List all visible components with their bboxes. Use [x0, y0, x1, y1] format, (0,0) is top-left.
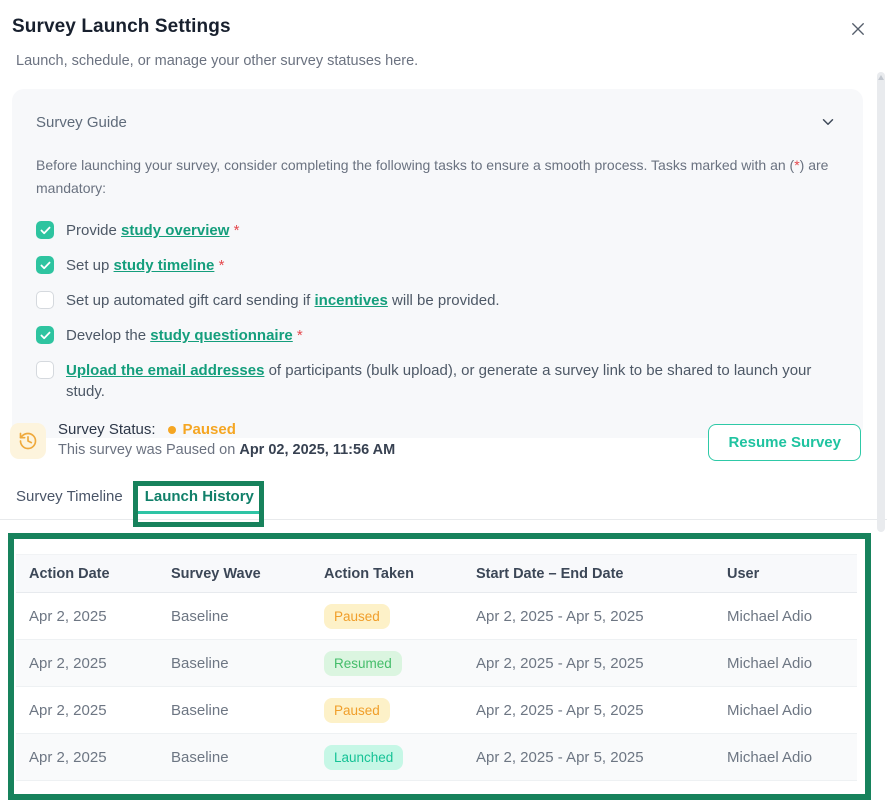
guide-title: Survey Guide: [36, 114, 127, 131]
close-icon: [849, 26, 867, 41]
survey-status-section: Survey Status: Paused This survey was Pa…: [10, 421, 861, 461]
task-checkbox[interactable]: [36, 361, 54, 379]
cell-action-taken: Launched: [311, 734, 463, 781]
close-button[interactable]: [847, 18, 869, 40]
task-link[interactable]: study overview: [121, 222, 229, 239]
vertical-scrollbar[interactable]: [877, 72, 885, 532]
guide-task: Set up automated gift card sending if in…: [36, 290, 839, 311]
cell-action-date: Apr 2, 2025: [16, 593, 158, 640]
task-checkbox[interactable]: [36, 291, 54, 309]
task-label: Develop the study questionnaire *: [66, 325, 303, 346]
task-link[interactable]: study questionnaire: [150, 327, 293, 344]
cell-survey-wave: Baseline: [158, 734, 311, 781]
checkmark-icon: [40, 331, 51, 340]
guide-task-list: Provide study overview * Set up study ti…: [36, 220, 839, 402]
table-body: Apr 2, 2025 Baseline Paused Apr 2, 2025 …: [16, 593, 857, 781]
task-link[interactable]: Upload the email addresses: [66, 362, 264, 379]
page-title: Survey Launch Settings: [12, 16, 231, 38]
scrollbar-up-arrow-icon: [878, 75, 884, 80]
status-badge: Paused: [324, 604, 390, 629]
cell-action-taken: Paused: [311, 593, 463, 640]
tab-survey-timeline[interactable]: Survey Timeline: [16, 488, 123, 514]
guide-task: Provide study overview *: [36, 220, 839, 241]
column-header: Action Taken: [311, 555, 463, 593]
task-link[interactable]: incentives: [315, 292, 388, 309]
table-row: Apr 2, 2025 Baseline Launched Apr 2, 202…: [16, 734, 857, 781]
cell-date-range: Apr 2, 2025 - Apr 5, 2025: [463, 640, 714, 687]
tab-launch-history[interactable]: Launch History: [137, 488, 262, 514]
modal-subtitle: Launch, schedule, or manage your other s…: [16, 53, 871, 69]
table-row: Apr 2, 2025 Baseline Resumed Apr 2, 2025…: [16, 640, 857, 687]
cell-survey-wave: Baseline: [158, 640, 311, 687]
guide-task: Set up study timeline *: [36, 255, 839, 276]
cell-action-date: Apr 2, 2025: [16, 640, 158, 687]
cell-user: Michael Adio: [714, 734, 857, 781]
guide-task: Upload the email addresses of participan…: [36, 360, 839, 402]
guide-description: Before launching your survey, consider c…: [36, 154, 831, 200]
cell-date-range: Apr 2, 2025 - Apr 5, 2025: [463, 593, 714, 640]
column-header: Survey Wave: [158, 555, 311, 593]
task-link[interactable]: study timeline: [114, 257, 215, 274]
task-checkbox[interactable]: [36, 256, 54, 274]
task-label: Set up study timeline *: [66, 255, 224, 276]
modal-header: Survey Launch Settings: [12, 16, 871, 40]
checkmark-icon: [40, 261, 51, 270]
annotation-box-table: Action DateSurvey WaveAction TakenStart …: [8, 533, 871, 800]
cell-date-range: Apr 2, 2025 - Apr 5, 2025: [463, 734, 714, 781]
cell-date-range: Apr 2, 2025 - Apr 5, 2025: [463, 687, 714, 734]
task-label: Provide study overview *: [66, 220, 239, 241]
cell-user: Michael Adio: [714, 593, 857, 640]
table-row: Apr 2, 2025 Baseline Paused Apr 2, 2025 …: [16, 593, 857, 640]
resume-survey-button[interactable]: Resume Survey: [708, 424, 861, 461]
status-badge: Paused: [324, 698, 390, 723]
task-label: Set up automated gift card sending if in…: [66, 290, 500, 311]
chevron-down-icon: [819, 119, 837, 134]
guide-collapse-button[interactable]: [817, 111, 839, 133]
cell-survey-wave: Baseline: [158, 593, 311, 640]
tab-bar: Survey Timeline Launch History: [16, 488, 262, 514]
status-badge: Launched: [324, 745, 403, 770]
table-header-row: Action DateSurvey WaveAction TakenStart …: [16, 555, 857, 593]
status-detail: This survey was Paused on Apr 02, 2025, …: [58, 442, 395, 458]
status-value: Paused: [183, 421, 236, 438]
table-row: Apr 2, 2025 Baseline Paused Apr 2, 2025 …: [16, 687, 857, 734]
status-label: Survey Status:: [58, 421, 156, 438]
task-checkbox[interactable]: [36, 326, 54, 344]
status-badge: Resumed: [324, 651, 402, 676]
column-header: Start Date – End Date: [463, 555, 714, 593]
status-detail-date: Apr 02, 2025, 11:56 AM: [239, 442, 395, 458]
tab-divider: [0, 519, 887, 520]
task-checkbox[interactable]: [36, 221, 54, 239]
cell-user: Michael Adio: [714, 687, 857, 734]
status-dot-icon: [168, 426, 176, 434]
guide-task: Develop the study questionnaire *: [36, 325, 839, 346]
launch-history-table: Action DateSurvey WaveAction TakenStart …: [16, 554, 857, 781]
cell-user: Michael Adio: [714, 640, 857, 687]
task-label: Upload the email addresses of participan…: [66, 360, 839, 402]
cell-action-date: Apr 2, 2025: [16, 687, 158, 734]
survey-guide-panel: Survey Guide Before launching your surve…: [12, 89, 863, 438]
cell-action-taken: Resumed: [311, 640, 463, 687]
cell-action-date: Apr 2, 2025: [16, 734, 158, 781]
column-header: User: [714, 555, 857, 593]
cell-survey-wave: Baseline: [158, 687, 311, 734]
clock-history-icon: [10, 423, 46, 459]
cell-action-taken: Paused: [311, 687, 463, 734]
checkmark-icon: [40, 226, 51, 235]
column-header: Action Date: [16, 555, 158, 593]
